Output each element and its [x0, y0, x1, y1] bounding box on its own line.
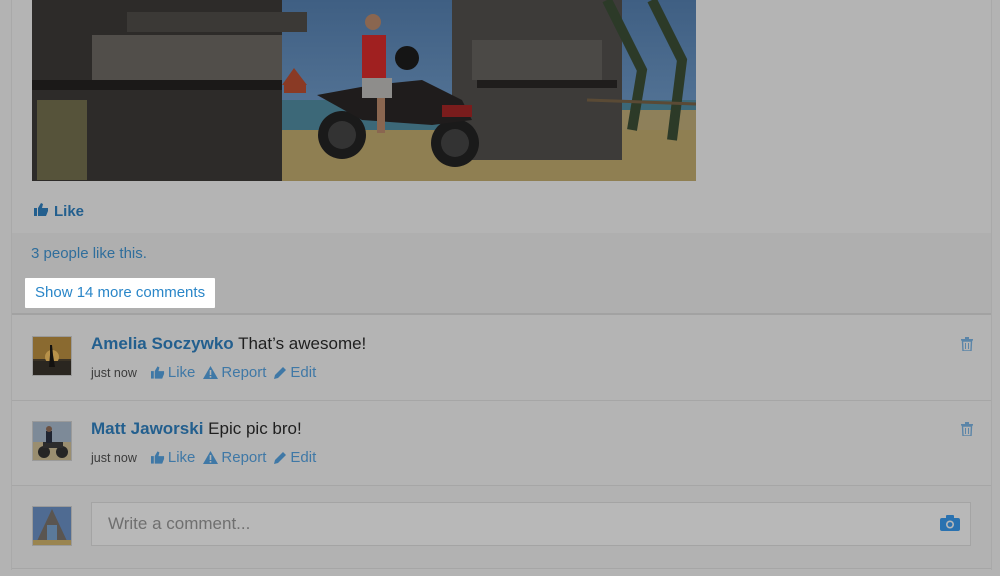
comment-timestamp: just now — [91, 450, 137, 465]
camera-icon[interactable] — [940, 515, 960, 536]
post-like-label: Like — [54, 203, 85, 220]
post-like-button[interactable]: Like — [34, 203, 84, 220]
motorcycle-rider-avatar-icon — [33, 422, 71, 460]
current-user-avatar[interactable] — [32, 506, 72, 546]
sunset-silhouette-avatar-icon — [33, 337, 71, 375]
comment-timestamp: just now — [91, 365, 137, 380]
comment-edit-label: Edit — [290, 364, 317, 381]
warning-icon — [203, 366, 219, 379]
comment-report-label: Report — [221, 449, 267, 466]
post-photo[interactable] — [32, 0, 696, 181]
comment-item: Matt Jaworski Epic pic bro! just now Lik… — [12, 401, 991, 486]
comment-edit-label: Edit — [290, 449, 317, 466]
delete-comment-trash-icon[interactable] — [961, 337, 973, 356]
comment-input[interactable] — [91, 502, 971, 546]
comment-text: Epic pic bro! — [208, 419, 302, 438]
comment-avatar[interactable] — [32, 336, 72, 376]
temple-gate-avatar-icon — [33, 507, 71, 545]
thumbs-up-icon — [150, 366, 164, 379]
comment-report-button[interactable]: Report — [203, 364, 266, 381]
thumbs-up-icon — [34, 203, 49, 220]
show-more-comments-button[interactable]: Show 14 more comments — [25, 278, 216, 308]
warning-icon — [203, 451, 219, 464]
post-card: Like 3 people like this. Show 14 more co… — [11, 0, 992, 570]
post-photo-image — [32, 0, 696, 181]
comment-like-button[interactable]: Like — [150, 449, 196, 466]
comment-composer — [12, 486, 991, 569]
delete-comment-trash-icon[interactable] — [961, 422, 973, 441]
comment-report-label: Report — [221, 364, 267, 381]
comment-text: That’s awesome! — [238, 334, 367, 353]
pencil-icon — [274, 452, 287, 464]
comment-edit-button[interactable]: Edit — [274, 364, 316, 381]
likes-count-link[interactable]: 3 people like this. — [31, 245, 147, 262]
thumbs-up-icon — [150, 451, 164, 464]
comment-author[interactable]: Amelia Soczywko — [91, 334, 234, 353]
comment-avatar[interactable] — [32, 421, 72, 461]
likes-section: 3 people like this. Show 14 more comment… — [12, 233, 991, 315]
comment-report-button[interactable]: Report — [203, 449, 266, 466]
comment-item: Amelia Soczywko That’s awesome! just now… — [12, 316, 991, 401]
comment-author[interactable]: Matt Jaworski — [91, 419, 203, 438]
comment-like-button[interactable]: Like — [150, 364, 196, 381]
comment-edit-button[interactable]: Edit — [274, 449, 316, 466]
pencil-icon — [274, 367, 287, 379]
comment-like-label: Like — [167, 364, 196, 381]
comment-like-label: Like — [167, 449, 196, 466]
